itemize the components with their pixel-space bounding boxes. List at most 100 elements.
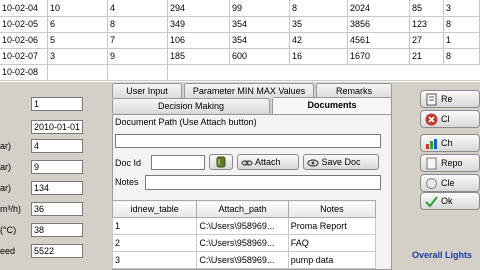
table-cell: C:\Users\958969... — [196, 251, 289, 269]
table-cell: 185 — [168, 48, 230, 64]
table-cell: 1 — [444, 32, 480, 48]
temperature-field[interactable]: 38 — [31, 223, 83, 237]
table-cell: 9 — [108, 48, 168, 64]
field-label: eed — [0, 246, 16, 256]
table-cell: 99 — [230, 0, 290, 16]
field-label: m³/h) — [0, 204, 21, 214]
right-button-panel: Re Cl Ch Repo Cle Ok Overall Lights — [400, 82, 480, 270]
table-cell: 123 — [410, 16, 444, 32]
chart-button[interactable]: Ch — [420, 134, 480, 152]
table-cell: Proma Report — [287, 217, 377, 235]
ok-button[interactable]: Ok — [420, 192, 480, 210]
ok-label: Ok — [441, 196, 453, 206]
table-cell: 27 — [410, 32, 444, 48]
value-field[interactable]: 134 — [31, 181, 83, 195]
table-cell: 3 — [444, 0, 480, 16]
table-cell: 3856 — [348, 16, 410, 32]
column-header-attach-path[interactable]: Attach_path — [196, 200, 289, 218]
table-cell: 8 — [444, 16, 480, 32]
date-field[interactable]: 2010-01-01 — [31, 120, 83, 134]
table-cell: 10-02-04 — [0, 0, 48, 16]
tab-parameter-min-max[interactable]: Parameter MIN MAX Values — [184, 83, 314, 98]
table-cell: 354 — [230, 16, 290, 32]
document-path-input[interactable] — [115, 134, 381, 148]
table-cell: 8 — [444, 48, 480, 64]
notes-label: Notes — [115, 177, 139, 187]
tab-decision-making[interactable]: Decision Making — [112, 98, 270, 113]
background-data-grid: 10-02-04 10 4 294 99 8 2024 85 3 10-02-0… — [0, 0, 480, 82]
table-row[interactable]: 10-02-06 5 7 106 354 42 4561 27 1 — [0, 32, 480, 49]
close-icon — [425, 113, 438, 126]
table-cell: 10-02-05 — [0, 16, 48, 32]
table-cell: 8 — [108, 16, 168, 32]
table-cell: 10 — [48, 0, 108, 16]
table-cell: 3 — [48, 48, 108, 64]
flow-field[interactable]: 36 — [31, 202, 83, 216]
table-cell: 85 — [410, 0, 444, 16]
table-cell: 10-02-08 — [0, 64, 48, 80]
table-row[interactable]: 10-02-08 — [0, 64, 480, 81]
value-field[interactable]: 9 — [31, 160, 83, 174]
checkmark-icon — [425, 196, 438, 208]
report-button[interactable]: Repo — [420, 154, 480, 172]
table-cell: 10-02-07 — [0, 48, 48, 64]
table-row[interactable]: 1 C:\Users\958969... Proma Report — [111, 217, 377, 235]
table-cell: 10-02-06 — [0, 32, 48, 48]
document-path-label: Document Path (Use Attach button) — [115, 117, 257, 127]
field-label: ar) — [0, 141, 11, 151]
table-cell: 5 — [48, 32, 108, 48]
table-cell: 600 — [230, 48, 290, 64]
chart-label: Ch — [441, 138, 453, 148]
table-cell: 2 — [111, 234, 198, 252]
table-cell: 7 — [108, 32, 168, 48]
chart-icon — [426, 139, 437, 150]
table-row[interactable]: 10-02-07 3 9 185 600 16 1670 21 8 — [0, 48, 480, 65]
doc-id-input[interactable] — [151, 155, 205, 170]
table-cell: 4 — [108, 0, 168, 16]
column-header-idnew-table[interactable]: idnew_table — [111, 200, 198, 218]
tab-documents[interactable]: Documents — [272, 97, 392, 114]
table-cell: 354 — [230, 32, 290, 48]
table-cell: 4561 — [348, 32, 410, 48]
attach-label: Attach — [255, 157, 281, 167]
table-row[interactable]: 10-02-04 10 4 294 99 8 2024 85 3 — [0, 0, 480, 17]
tab-panel: User Input Parameter MIN MAX Values Rema… — [108, 82, 400, 270]
documents-table: idnew_table Attach_path Notes 1 C:\Users… — [111, 200, 377, 269]
table-cell: 1670 — [348, 48, 410, 64]
table-cell: FAQ — [287, 234, 377, 252]
table-cell: C:\Users\958969... — [196, 217, 289, 235]
table-cell: 16 — [290, 48, 348, 64]
id-field[interactable]: 1 — [31, 97, 83, 111]
close-button[interactable]: Cl — [420, 110, 480, 128]
save-doc-button[interactable]: Save Doc — [303, 154, 379, 170]
overall-lights-label: Overall Lights — [412, 250, 473, 260]
table-row[interactable]: 10-02-05 6 8 349 354 35 3856 123 8 — [0, 16, 480, 33]
tab-remarks[interactable]: Remarks — [316, 83, 392, 98]
tab-user-input[interactable]: User Input — [112, 83, 182, 98]
table-row[interactable]: 2 C:\Users\958969... FAQ — [111, 234, 377, 252]
clear-label: Cle — [441, 178, 455, 188]
table-cell: 42 — [290, 32, 348, 48]
refresh-label: Re — [441, 94, 453, 104]
table-cell: 106 — [168, 32, 230, 48]
attach-button[interactable]: Attach — [237, 154, 299, 170]
report-icon — [426, 157, 437, 170]
eye-icon — [307, 159, 319, 167]
link-icon — [241, 160, 253, 166]
notes-input[interactable] — [145, 175, 381, 190]
value-field[interactable]: 4 — [31, 139, 83, 153]
refresh-button[interactable]: Re — [420, 90, 480, 108]
table-cell: 294 — [168, 0, 230, 16]
table-header-row: idnew_table Attach_path Notes — [111, 200, 377, 218]
table-cell: pump data — [287, 251, 377, 269]
paperclip-icon — [216, 156, 226, 168]
field-label: (°C) — [0, 225, 17, 235]
column-header-notes[interactable]: Notes — [287, 200, 377, 218]
table-row[interactable]: 3 C:\Users\958969... pump data — [111, 251, 377, 269]
close-label: Cl — [441, 114, 450, 124]
speed-field[interactable]: 5522 — [31, 244, 83, 258]
field-label: ar) — [0, 183, 11, 193]
field-label: ar) — [0, 162, 11, 172]
attach-icon-button[interactable] — [209, 154, 233, 170]
clear-button[interactable]: Cle — [420, 174, 480, 192]
